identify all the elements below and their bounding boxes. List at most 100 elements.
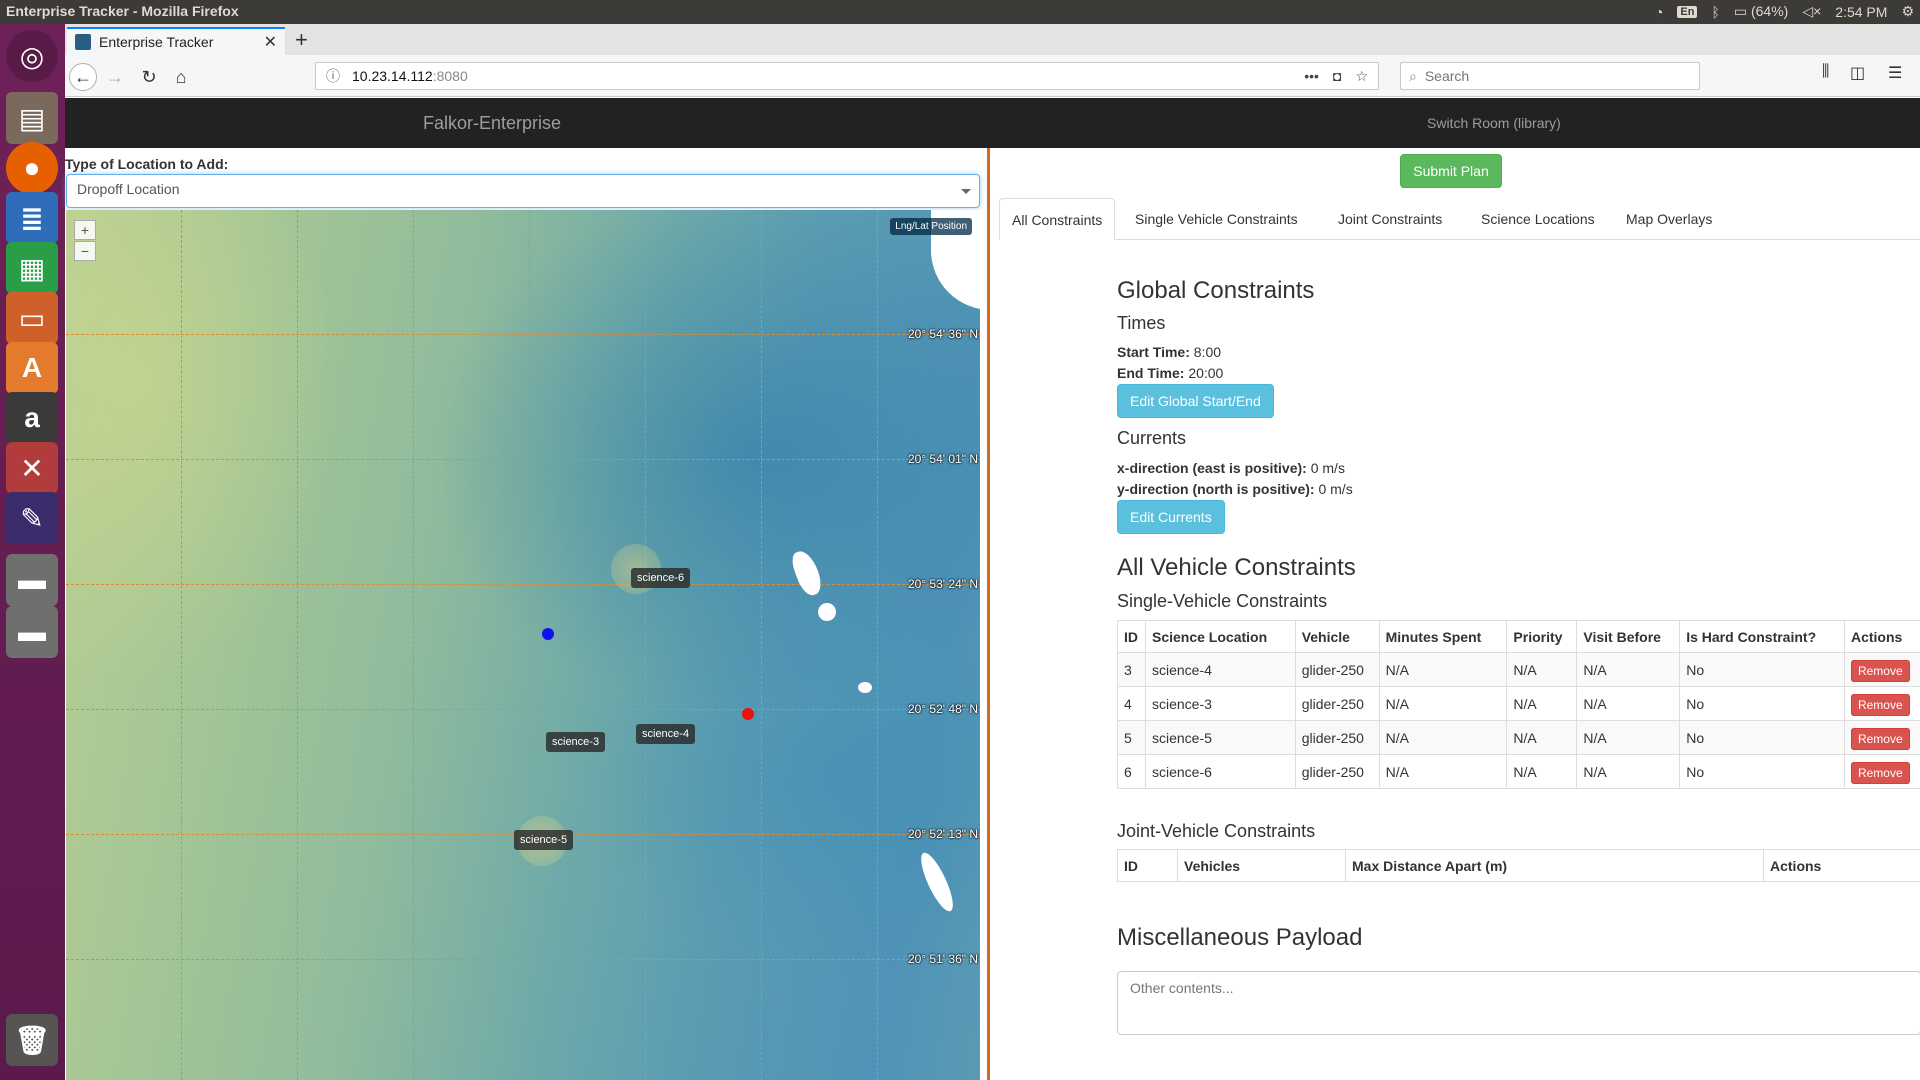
cell-science-location: science-6 [1144,754,1296,789]
pocket-icon[interactable]: ◘ [1333,68,1341,85]
table-header-row: ID Vehicles Max Distance Apart (m) Actio… [1117,849,1920,882]
page-actions-icon[interactable]: ••• [1304,68,1319,85]
remove-button[interactable]: Remove [1850,693,1910,716]
currents-heading: Currents [1117,428,1187,448]
y-direction-value: 0 m/s [1318,481,1353,497]
disk-drive-icon[interactable]: ▬ [6,554,58,606]
edit-global-start-end-button[interactable]: Edit Global Start/End [1117,384,1274,418]
clock[interactable]: 2:54 PM [1835,4,1887,20]
home-icon[interactable]: ⌂ [167,63,195,91]
site-info-icon[interactable]: ⓘ [326,66,340,86]
battery-icon: ▭ [1733,3,1748,19]
library-icon[interactable]: ⫼ [1822,63,1829,81]
tab-map-overlays[interactable]: Map Overlays [1614,198,1724,240]
remove-button[interactable]: Remove [1850,659,1910,682]
cell-minutes-spent: N/A [1378,720,1508,755]
volume-icon[interactable]: ◁× [1802,3,1821,20]
blue-location-dot[interactable] [542,628,554,640]
lnglat-position-button[interactable]: Lng/Lat Position [890,218,972,235]
remove-button[interactable]: Remove [1850,761,1910,784]
cell-hard-constraint: No [1679,720,1845,755]
search-input[interactable] [1424,68,1675,84]
bookmark-star-icon[interactable]: ☆ [1355,68,1368,85]
url-host: 10.23.14.112 [352,68,433,84]
navigation-bar: ← → ↻ ⌂ ⓘ 10.23.14.112 :8080 ••• ◘ ☆ ⌕ ⫼… [65,55,1920,97]
cell-id: 3 [1117,652,1146,687]
files-icon[interactable]: ▤ [6,92,58,144]
keyboard-layout-indicator[interactable]: En [1677,5,1698,18]
column-header: Minutes Spent [1378,620,1508,653]
misc-payload-textarea[interactable] [1117,971,1920,1035]
red-location-dot[interactable] [742,708,754,720]
text-editor-icon[interactable]: ✎ [6,492,58,544]
bathymetry-map[interactable]: + − Lng/Lat Position 20° 54' 36" N 20° 5… [66,210,980,1080]
grid-line [761,210,762,1080]
chevron-down-icon [961,189,971,194]
cell-hard-constraint: No [1679,652,1845,687]
new-tab-icon[interactable]: + [295,27,308,53]
tab-all-constraints[interactable]: All Constraints [999,198,1116,240]
cell-visit-before: N/A [1576,754,1681,789]
back-icon[interactable]: ← [69,63,97,91]
writer-icon[interactable]: ≣ [6,192,58,244]
sidebar-icon[interactable]: ◫ [1850,63,1865,83]
firefox-icon[interactable]: ● [6,142,58,194]
cell-vehicle: glider-250 [1294,686,1380,721]
tab-joint-constraints[interactable]: Joint Constraints [1326,198,1454,240]
single-vehicle-table: ID Science Location Vehicle Minutes Spen… [1117,620,1920,789]
location-type-select[interactable]: Dropoff Location [66,174,980,208]
column-header: Max Distance Apart (m) [1345,849,1764,882]
forward-icon[interactable]: → [101,63,129,91]
ubuntu-dash-icon[interactable]: ◎ [6,30,58,82]
submit-plan-button[interactable]: Submit Plan [1400,154,1502,188]
science-marker-label[interactable]: science-3 [546,732,606,752]
app-brand[interactable]: Falkor-Enterprise [423,113,561,134]
settings-gear-icon[interactable]: ⚙ [1901,3,1914,20]
url-bar[interactable]: ⓘ 10.23.14.112 :8080 ••• ◘ ☆ [315,62,1379,90]
ubuntu-launcher: ◎ ▤ ● ≣ ▦ ▭ A a ✕ ✎ ▬ ▬ 🗑 [0,24,65,1080]
cell-vehicle: glider-250 [1294,652,1380,687]
latitude-label: 20° 51' 36" N [907,952,978,966]
location-type-value: Dropoff Location [77,181,180,197]
tab-single-vehicle-constraints[interactable]: Single Vehicle Constraints [1123,198,1310,240]
close-tab-icon[interactable]: ✕ [264,32,277,52]
zoom-in-button[interactable]: + [74,220,96,240]
system-settings-icon[interactable]: ✕ [6,442,58,494]
cell-minutes-spent: N/A [1378,754,1508,789]
amazon-icon[interactable]: a [6,392,58,444]
grid-line [66,709,980,710]
switch-room-link[interactable]: Switch Room (library) [1427,115,1561,131]
app-navbar: Falkor-Enterprise Switch Room (library) [65,98,1920,148]
zoom-out-button[interactable]: − [74,241,96,261]
reload-icon[interactable]: ↻ [135,63,163,91]
wifi-icon[interactable]: ◔ [1655,4,1663,20]
software-center-icon[interactable]: A [6,342,58,394]
trash-icon[interactable]: 🗑 [6,1014,58,1066]
cell-actions: Remove [1843,754,1920,789]
search-bar[interactable]: ⌕ [1400,62,1700,90]
science-marker-label[interactable]: science-6 [631,568,691,588]
disk-drive-icon[interactable]: ▬ [6,606,58,658]
science-marker-label[interactable]: science-5 [514,830,574,850]
bluetooth-icon[interactable]: ᛒ [1711,4,1719,20]
battery-indicator[interactable]: ▭ (64%) [1734,3,1788,20]
latitude-label: 20° 54' 36" N [907,327,978,341]
edit-currents-button[interactable]: Edit Currents [1117,500,1225,534]
table-row: 4 science-3 glider-250 N/A N/A N/A No Re… [1117,686,1920,721]
remove-button[interactable]: Remove [1850,727,1910,750]
all-vehicle-constraints-heading: All Vehicle Constraints [1117,554,1356,581]
cell-minutes-spent: N/A [1378,686,1508,721]
cell-hard-constraint: No [1679,754,1845,789]
browser-tab[interactable]: Enterprise Tracker ✕ [67,27,285,55]
grid-line [66,584,980,585]
science-marker-label[interactable]: science-4 [636,724,696,744]
search-icon: ⌕ [1409,67,1417,84]
table-header-row: ID Science Location Vehicle Minutes Spen… [1117,620,1920,653]
panel-divider[interactable] [987,148,990,1080]
tab-science-locations[interactable]: Science Locations [1469,198,1607,240]
cell-actions: Remove [1843,720,1920,755]
menu-icon[interactable]: ☰ [1888,63,1902,83]
impress-icon[interactable]: ▭ [6,292,58,344]
x-direction: x-direction (east is positive): 0 m/s [1117,460,1345,476]
calc-icon[interactable]: ▦ [6,242,58,294]
